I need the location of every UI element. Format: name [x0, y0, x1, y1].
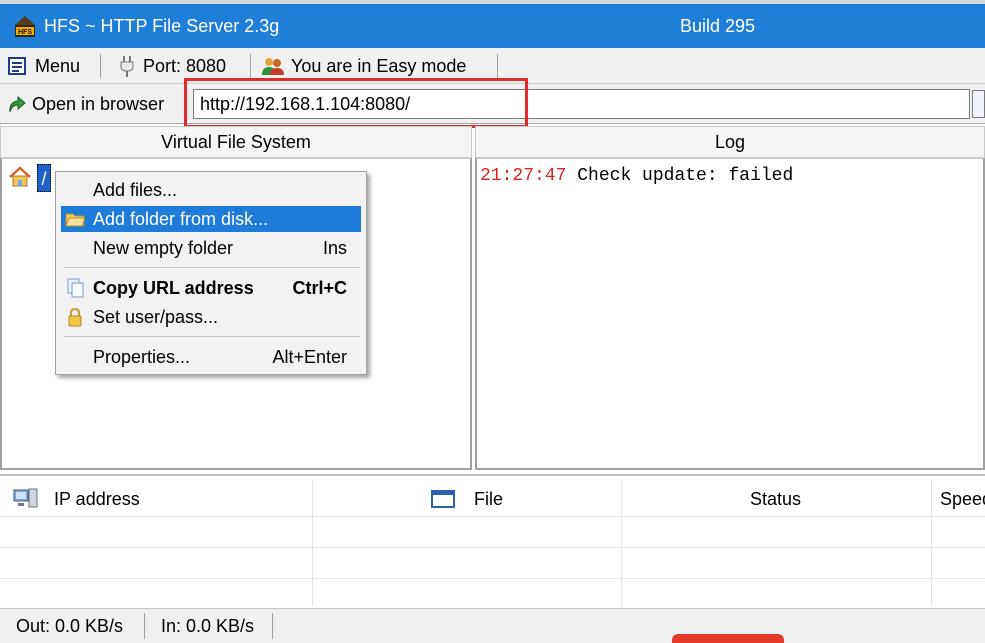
column-header-speed[interactable]: Speed	[940, 482, 985, 516]
log-entry-message: Check update: failed	[577, 166, 794, 186]
column-header-label: File	[474, 488, 504, 509]
users-icon	[262, 58, 284, 75]
menu-item-label: Add files...	[93, 180, 178, 200]
menu-item-copy-url[interactable]: Copy URL address Ctrl+C	[61, 275, 361, 301]
menu-list-icon	[8, 57, 26, 75]
column-header-label: Speed	[940, 488, 985, 509]
menu-item-label: Properties...	[93, 347, 191, 367]
vfs-root-item[interactable]: /	[37, 164, 51, 192]
out-speed: Out: 0.0 KB/s	[16, 616, 124, 636]
toolbar-divider	[250, 54, 251, 78]
home-icon	[9, 166, 31, 187]
table-row-divider	[0, 516, 985, 517]
column-header-label: IP address	[54, 488, 140, 509]
column-header-status[interactable]: Status	[750, 482, 801, 516]
window-icon	[431, 490, 455, 508]
green-arrow-icon	[9, 95, 26, 113]
menu-item-add-files[interactable]: Add files...	[61, 177, 361, 203]
menu-item-label: Copy URL address	[93, 278, 254, 298]
column-divider	[312, 480, 313, 606]
plug-icon	[120, 56, 134, 77]
menu-item-label: Add folder from disk...	[93, 209, 269, 229]
menu-item-label: New empty folder	[93, 238, 234, 258]
menu-item-add-folder[interactable]: Add folder from disk...	[61, 206, 361, 232]
column-header-label: Status	[750, 488, 802, 509]
copy-icon	[67, 278, 84, 298]
open-in-browser-button[interactable]: Open in browser	[6, 92, 164, 116]
vfs-header: Virtual File System	[0, 126, 472, 158]
status-bar: Out: 0.0 KB/s In: 0.0 KB/s	[0, 608, 985, 643]
column-header-file[interactable]: File	[431, 482, 503, 516]
toolbar-divider	[100, 54, 101, 78]
toolbar-divider	[497, 54, 498, 78]
menu-item-shortcut: Ins	[322, 238, 347, 258]
log-entry: 21:27:47 Check update: failed	[480, 166, 793, 186]
menu-item-label: Set user/pass...	[93, 307, 219, 327]
window-title: HFS ~ HTTP File Server 2.3g	[44, 16, 280, 36]
table-row-divider	[0, 578, 985, 579]
menu-separator	[64, 336, 360, 337]
menu-button[interactable]: Menu	[8, 54, 80, 78]
folder-icon	[65, 213, 85, 227]
hfs-logo-icon: HFS	[15, 16, 35, 37]
menu-separator	[64, 267, 360, 268]
build-label: Build 295	[680, 16, 756, 36]
status-divider	[272, 613, 273, 639]
column-header-ip[interactable]: IP address	[12, 482, 140, 516]
menu-item-set-user-pass[interactable]: Set user/pass...	[61, 304, 361, 330]
lock-icon	[68, 307, 82, 327]
title-bar: HFS HFS ~ HTTP File Server 2.3g Build 29…	[0, 4, 985, 48]
port-button[interactable]: Port: 8080	[118, 54, 226, 78]
menu-item-new-folder[interactable]: New empty folder Ins	[61, 235, 361, 261]
menu-item-properties[interactable]: Properties... Alt+Enter	[61, 344, 361, 370]
column-divider	[931, 480, 932, 606]
log-entry-time: 21:27:47	[480, 166, 567, 186]
logo-text: HFS	[18, 29, 32, 36]
menu-item-shortcut: Alt+Enter	[272, 347, 347, 367]
status-divider	[144, 613, 145, 639]
port-label: Port: 8080	[143, 55, 227, 76]
mode-button[interactable]: You are in Easy mode	[261, 54, 466, 78]
url-dropdown-button[interactable]	[972, 90, 985, 118]
network-computer-icon	[13, 488, 38, 508]
menu-label: Menu	[35, 55, 81, 76]
open-in-browser-label: Open in browser	[32, 93, 165, 114]
menu-item-shortcut: Ctrl+C	[292, 278, 347, 298]
table-row-divider	[0, 547, 985, 548]
context-menu: Add files... Add folder from disk... New…	[55, 171, 367, 375]
in-speed: In: 0.0 KB/s	[161, 616, 255, 636]
mode-label: You are in Easy mode	[291, 55, 467, 76]
column-divider	[621, 480, 622, 606]
background-element	[672, 634, 784, 643]
url-highlight-box	[184, 78, 528, 128]
log-header: Log	[475, 126, 985, 158]
log-panel[interactable]	[475, 158, 985, 470]
